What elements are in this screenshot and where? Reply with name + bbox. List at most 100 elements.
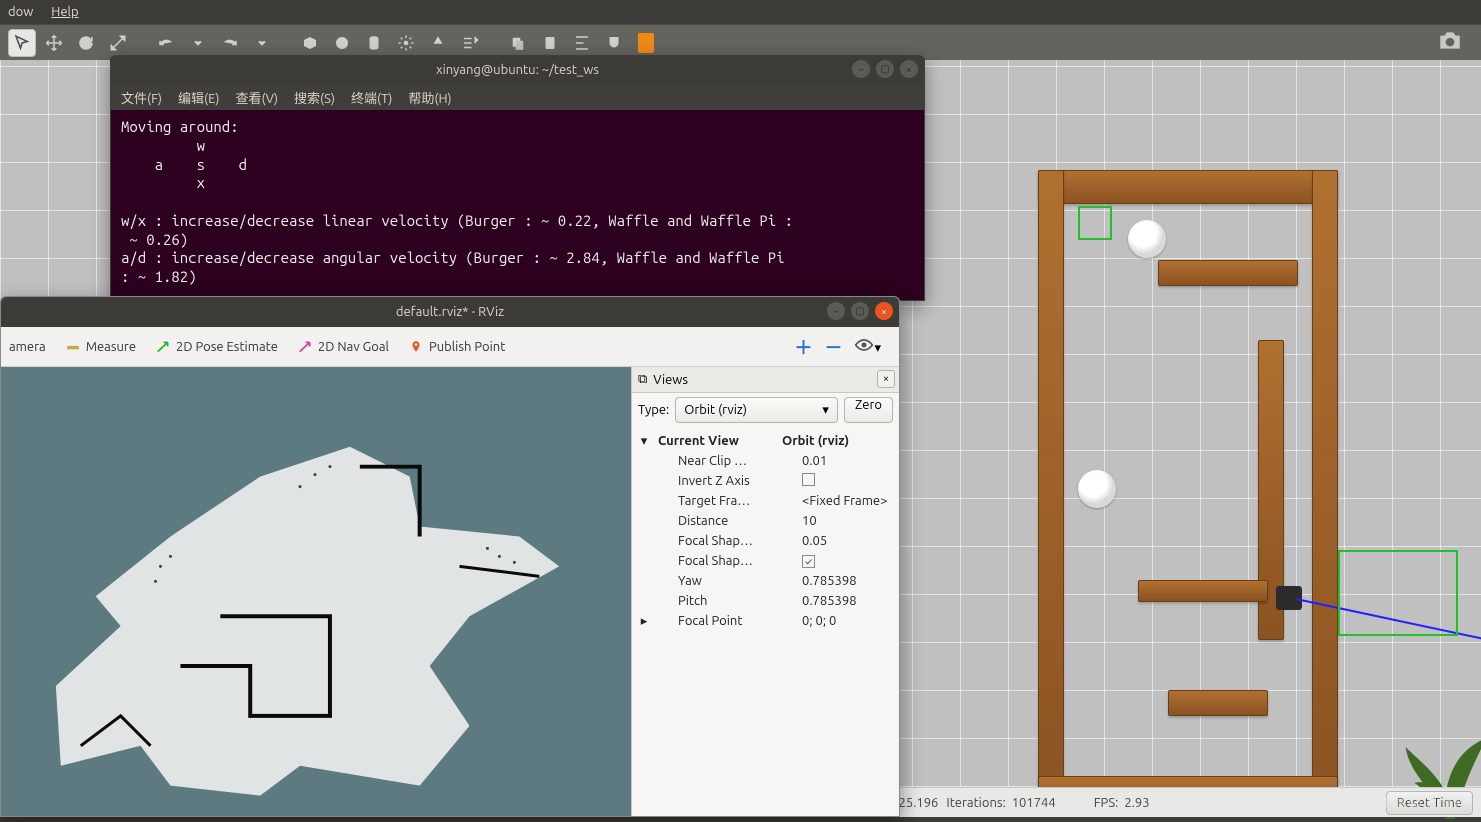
tree-row[interactable]: Distance 10 <box>638 511 893 531</box>
ruler-icon <box>66 340 80 354</box>
iterations-value: 101744 <box>1012 796 1056 810</box>
view-type-combo[interactable]: Orbit (rviz) ▾ <box>675 397 838 423</box>
paste-tool[interactable] <box>536 29 564 57</box>
views-tree[interactable]: ▾ Current View Orbit (rviz) Near Clip … 0.01… <box>632 427 899 816</box>
tree-arrow-icon: ▸ <box>638 614 650 629</box>
views-header[interactable]: ⧉ Views × <box>632 367 899 393</box>
tree-row[interactable]: ▾ Current View Orbit (rviz) <box>638 431 893 451</box>
pose-estimate-tool[interactable]: 2D Pose Estimate <box>156 340 278 354</box>
term-menu-help[interactable]: 帮助(H) <box>408 88 451 107</box>
terminal-title: xinyang@ubuntu: ~/test_ws <box>436 63 599 77</box>
person-2 <box>1078 470 1116 508</box>
dock-icon[interactable]: ⧉ <box>638 372 647 387</box>
nav-goal-tool[interactable]: 2D Nav Goal <box>298 340 389 354</box>
property-key: Distance <box>678 514 798 528</box>
copy-tool[interactable] <box>504 29 532 57</box>
remove-icon[interactable]: － <box>824 334 842 360</box>
rviz-window: default.rviz* - RViz – ▢ × amera Measure… <box>0 296 900 817</box>
property-key: Focal Shap… <box>678 534 798 548</box>
rviz-minimize-icon[interactable]: – <box>827 302 845 320</box>
directional-light[interactable] <box>456 29 484 57</box>
box-shape[interactable] <box>296 29 324 57</box>
redo-menu[interactable] <box>248 29 276 57</box>
pin-icon <box>409 340 423 354</box>
rotate-tool[interactable] <box>72 29 100 57</box>
property-key: Invert Z Axis <box>678 474 798 488</box>
rviz-titlebar[interactable]: default.rviz* - RViz – ▢ × <box>1 297 899 327</box>
menu-window[interactable]: dow <box>8 5 33 19</box>
redo-tool[interactable] <box>216 29 244 57</box>
terminal-window: xinyang@ubuntu: ~/test_ws – ▢ × 文件(F) 编辑… <box>110 55 925 301</box>
terminal-titlebar[interactable]: xinyang@ubuntu: ~/test_ws – ▢ × <box>111 56 924 84</box>
undo-tool[interactable] <box>152 29 180 57</box>
snap-tool[interactable] <box>600 29 628 57</box>
property-value[interactable]: 0; 0; 0 <box>802 614 893 628</box>
term-menu-terminal[interactable]: 终端(T) <box>351 88 392 107</box>
align-tool[interactable] <box>568 29 596 57</box>
tree-row[interactable]: Focal Shap… ✓ <box>638 551 893 571</box>
menu-help[interactable]: Help <box>51 5 78 19</box>
tree-row[interactable]: Near Clip … 0.01 <box>638 451 893 471</box>
terminal-menubar[interactable]: 文件(F) 编辑(E) 查看(V) 搜索(S) 终端(T) 帮助(H) <box>111 84 924 110</box>
checkbox[interactable]: ✓ <box>802 555 815 568</box>
maximize-icon[interactable]: ▢ <box>876 60 894 78</box>
tree-row[interactable]: Yaw0.785398 <box>638 571 893 591</box>
term-menu-view[interactable]: 查看(V) <box>236 88 278 107</box>
minimize-icon[interactable]: – <box>852 60 870 78</box>
arrow-green-icon <box>156 340 170 354</box>
cylinder-shape[interactable] <box>360 29 388 57</box>
arrow-pink-icon <box>298 340 312 354</box>
rviz-maximize-icon[interactable]: ▢ <box>851 302 869 320</box>
property-key: Focal Shap… <box>678 554 798 568</box>
sphere-shape[interactable] <box>328 29 356 57</box>
spot-light[interactable] <box>424 29 452 57</box>
add-icon[interactable]: ＋ <box>794 334 812 360</box>
select-tool[interactable] <box>8 29 36 57</box>
screenshot-icon[interactable] <box>1437 30 1463 55</box>
scale-tool[interactable] <box>104 29 132 57</box>
property-value[interactable]: <Fixed Frame> <box>802 494 893 508</box>
person-1 <box>1128 220 1166 258</box>
property-value[interactable]: 0.05 <box>802 534 893 548</box>
rviz-close-icon[interactable]: × <box>875 302 893 320</box>
term-menu-file[interactable]: 文件(F) <box>121 88 162 107</box>
zero-button[interactable]: Zero <box>844 397 893 423</box>
eye-icon[interactable]: ▾ <box>854 338 881 356</box>
property-value[interactable]: Orbit (rviz) <box>782 434 893 448</box>
chevron-down-icon: ▾ <box>822 403 829 418</box>
translate-tool[interactable] <box>40 29 68 57</box>
property-value[interactable]: ✓ <box>802 554 893 568</box>
rviz-3d-view[interactable] <box>1 367 631 816</box>
property-key: Target Fra… <box>678 494 798 508</box>
term-menu-edit[interactable]: 编辑(E) <box>178 88 219 107</box>
checkbox[interactable] <box>802 473 815 486</box>
tree-row[interactable]: Target Fra… <Fixed Frame> <box>638 491 893 511</box>
property-value[interactable]: 0.785398 <box>802 574 893 588</box>
publish-point-tool[interactable]: Publish Point <box>409 340 505 354</box>
views-close-icon[interactable]: × <box>877 370 895 388</box>
tree-row[interactable]: ▸Focal Point0; 0; 0 <box>638 611 893 631</box>
close-icon[interactable]: × <box>900 60 918 78</box>
type-label: Type: <box>638 403 669 417</box>
tree-arrow-icon: ▾ <box>638 434 650 449</box>
camera-tool[interactable]: amera <box>9 340 46 354</box>
term-menu-search[interactable]: 搜索(S) <box>294 88 335 107</box>
tree-row[interactable]: Invert Z Axis <box>638 471 893 491</box>
property-value[interactable] <box>802 473 893 489</box>
property-value[interactable]: 0.785398 <box>802 594 893 608</box>
fps-value: 2.93 <box>1124 796 1149 810</box>
measure-tool[interactable]: Measure <box>66 340 136 354</box>
record-tool[interactable] <box>638 33 654 53</box>
property-value[interactable]: 0.01 <box>802 454 893 468</box>
tree-row[interactable]: Pitch0.785398 <box>638 591 893 611</box>
property-value[interactable]: 10 <box>802 514 893 528</box>
property-key: Near Clip … <box>678 454 798 468</box>
terminal-output[interactable]: Moving around: w a s d x w/x : increase/… <box>111 110 924 300</box>
selection-box-1 <box>1338 550 1458 636</box>
undo-menu[interactable] <box>184 29 212 57</box>
gazebo-menubar[interactable]: dow Help <box>0 0 1481 24</box>
tree-row[interactable]: Focal Shap… 0.05 <box>638 531 893 551</box>
property-key: Current View <box>658 434 778 448</box>
point-light[interactable] <box>392 29 420 57</box>
fps-label: FPS: <box>1094 796 1119 810</box>
